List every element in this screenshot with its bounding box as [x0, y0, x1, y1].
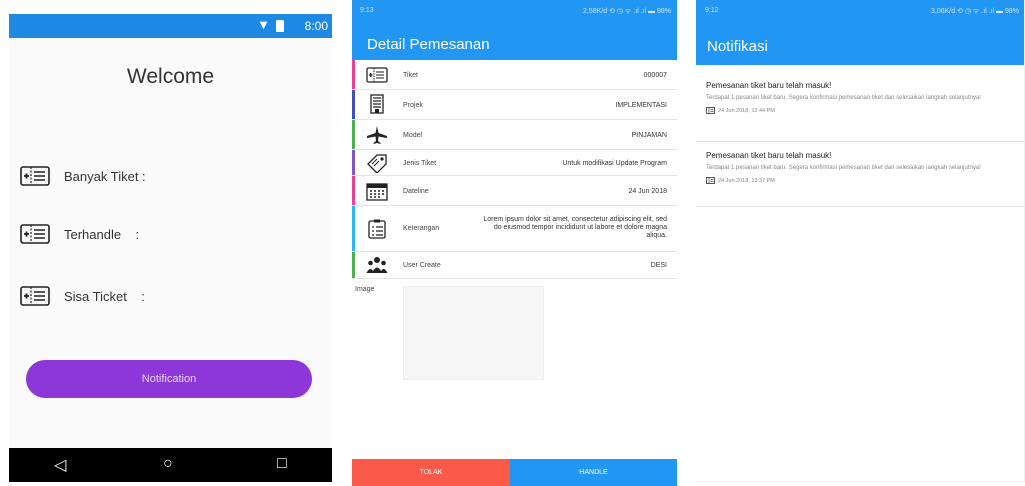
image-placeholder[interactable]: [403, 286, 544, 380]
notification-title: Pemesanan tiket baru telah masuk!: [706, 151, 832, 160]
row-key: Tiket: [403, 72, 418, 79]
detail-row-tiket: Tiket 000007: [352, 60, 677, 90]
notification-date: 24 Jun 2018, 13:37 PM: [718, 177, 775, 184]
ticket-icon: [366, 67, 388, 83]
back-icon[interactable]: ◁: [54, 455, 66, 475]
notification-date: 24 Jun 2018, 13:44 PM: [718, 107, 775, 114]
stat-label: Terhandle :: [64, 226, 140, 242]
row-accent: [352, 176, 355, 205]
row-key: User Create: [403, 262, 441, 269]
home-icon[interactable]: ○: [163, 455, 173, 473]
stat-label: Sisa Ticket :: [64, 288, 145, 304]
detail-pemesanan-screen: 9:13 2,58K/d ⟲ ◷ ᯤ .ıl .ıl ▬ 98% Detail …: [352, 0, 677, 486]
status-time: 9:13: [360, 7, 374, 14]
row-accent: [352, 90, 355, 119]
image-label: Image: [355, 286, 375, 293]
row-accent: [352, 120, 355, 149]
status-indicators: 2,58K/d ⟲ ◷ ᯤ .ıl .ıl ▬ 98%: [582, 8, 671, 15]
stat-row-banyak-tiket: Banyak Tiket :: [20, 163, 146, 189]
stat-row-terhandle: Terhandle :: [20, 221, 139, 247]
row-value: PINJAMAN: [631, 132, 667, 139]
detail-row-model: Model PINJAMAN: [352, 120, 677, 150]
notification-item[interactable]: Pemesanan tiket baru telah masuk! Terdap…: [696, 142, 1024, 207]
row-key: Model: [403, 132, 423, 139]
ticket-icon: [20, 166, 50, 186]
row-value: Lorem ipsum dolor sit amet, consectetur …: [483, 216, 667, 239]
status-bar: ▼ 8:00: [9, 14, 332, 38]
tolak-button[interactable]: TOLAK: [352, 459, 510, 486]
ticket-icon: [20, 224, 50, 244]
recent-apps-icon[interactable]: □: [277, 455, 287, 473]
app-bar-title: Notifikasi: [696, 24, 1024, 65]
detail-row-keterangan: Keterangan Lorem ipsum dolor sit amet, c…: [352, 206, 677, 252]
row-accent: [352, 206, 355, 251]
action-bar: TOLAK HANDLE: [352, 459, 677, 486]
status-time: 9:12: [705, 7, 719, 14]
row-value: Untuk modifikasi Update Program: [562, 160, 667, 167]
clipboard-icon: [368, 219, 386, 239]
stat-row-sisa-ticket: Sisa Ticket :: [20, 283, 145, 309]
status-bar: 9:13 2,58K/d ⟲ ◷ ᯤ .ıl .ıl ▬ 98%: [352, 0, 677, 22]
row-value: 24 Jun 2018: [628, 188, 667, 195]
row-accent: [352, 252, 355, 278]
app-bar-title: Detail Pemesanan: [352, 22, 677, 60]
android-nav-bar: ◁ ○ □: [9, 448, 332, 482]
status-indicators: 3,06K/d ⟲ ◷ ᯤ .ıl .ıl ▬ 98%: [930, 8, 1019, 15]
ticket-icon: [20, 286, 50, 306]
row-key: Keterangan: [403, 225, 440, 232]
airplane-icon: [367, 126, 387, 144]
row-accent: [352, 150, 355, 175]
notification-button[interactable]: Notification: [26, 360, 312, 398]
status-time: 8:00: [304, 19, 328, 33]
notification-item[interactable]: Pemesanan tiket baru telah masuk! Terdap…: [696, 65, 1024, 142]
notification-meta: 24 Jun 2018, 13:37 PM: [706, 177, 1015, 184]
row-key: Projek: [403, 102, 423, 109]
notification-meta: 24 Jun 2018, 13:44 PM: [706, 107, 1015, 114]
wifi-icon: ▼: [257, 17, 270, 32]
notification-body: Terdapat 1 pesanan tiket baru. Segera ko…: [706, 95, 981, 101]
ticket-icon: [706, 107, 715, 114]
notifikasi-screen: 9:12 3,06K/d ⟲ ◷ ᯤ .ıl .ıl ▬ 98% Notifik…: [696, 0, 1025, 482]
calendar-icon: [366, 183, 388, 201]
users-icon: [366, 257, 388, 273]
detail-row-user-create: User Create DESI: [352, 252, 677, 279]
stat-label: Banyak Tiket :: [64, 168, 146, 184]
row-value: 000007: [643, 72, 667, 79]
handle-button[interactable]: HANDLE: [510, 459, 677, 486]
notification-body: Terdapat 1 pesanan tiket baru. Segera ko…: [706, 165, 981, 171]
detail-row-projek: Projek IMPLEMENTASI: [352, 90, 677, 120]
row-value: DESI: [650, 262, 667, 269]
ticket-icon: [706, 177, 715, 184]
welcome-screen: ▼ 8:00 Welcome Banyak Tiket : Terhandle …: [9, 14, 332, 482]
tag-icon: [367, 154, 387, 173]
page-title: Welcome: [126, 65, 215, 88]
status-bar: 9:12 3,06K/d ⟲ ◷ ᯤ .ıl .ıl ▬ 98%: [696, 0, 1024, 24]
notification-title: Pemesanan tiket baru telah masuk!: [706, 81, 832, 90]
detail-row-jenis-tiket: Jenis Tiket Untuk modifikasi Update Prog…: [352, 150, 677, 176]
row-key: Jenis Tiket: [403, 160, 437, 167]
detail-row-dateline: Dateline 24 Jun 2018: [352, 176, 677, 206]
row-value: IMPLEMENTASI: [615, 102, 667, 109]
building-icon: [370, 94, 384, 114]
row-accent: [352, 60, 355, 89]
row-key: Dateline: [403, 188, 429, 195]
battery-icon: [276, 20, 284, 32]
